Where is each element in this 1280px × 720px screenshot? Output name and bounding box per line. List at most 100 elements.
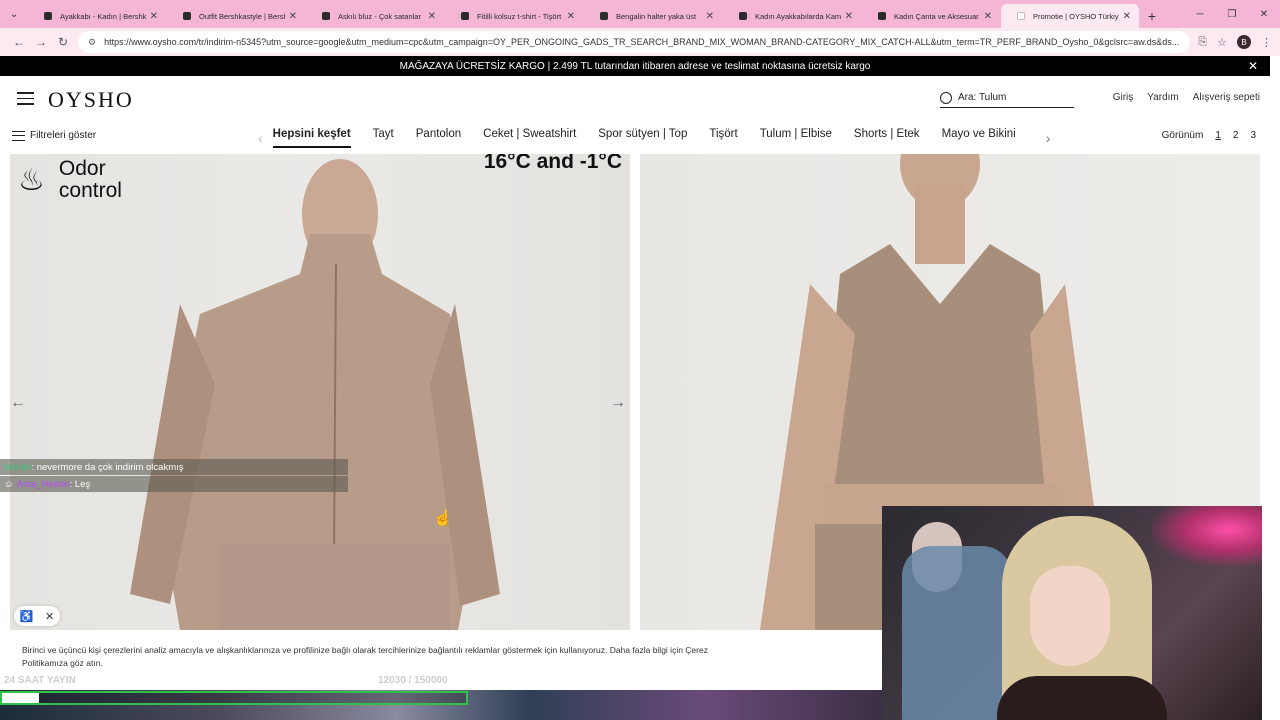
browser-tab[interactable]: Kadın Çanta ve Aksesuar ✕ xyxy=(862,4,1000,28)
browser-menu-icon[interactable]: ⋮ xyxy=(1261,36,1272,49)
chevron-left-icon[interactable]: ‹ xyxy=(258,130,263,146)
help-link[interactable]: Yardım xyxy=(1147,92,1179,103)
stream-goal-bar: 24 SAAT YAYIN 12030 / 150000 xyxy=(0,674,470,692)
browser-tab[interactable]: Fitilli kolsuz t-shirt - Tişört ✕ xyxy=(445,4,583,28)
streamer-webcam xyxy=(882,506,1262,720)
tab-search-chevron-icon[interactable]: ⌄ xyxy=(0,0,28,28)
category-tab[interactable]: Tulum | Elbise xyxy=(760,128,832,148)
chat-username: ilomita xyxy=(4,461,32,473)
bookmark-star-icon[interactable]: ☆ xyxy=(1217,36,1227,49)
tab-favicon-icon xyxy=(878,12,886,20)
tab-label: Bengalin halter yaka üst xyxy=(616,11,697,21)
tab-favicon-icon xyxy=(183,12,191,20)
forward-icon[interactable]: → xyxy=(30,35,52,49)
install-app-icon[interactable]: ⎘ xyxy=(1198,36,1207,49)
site-logo[interactable]: OYSHO xyxy=(48,87,134,113)
category-list: Hepsini keşfet Tayt Pantolon Ceket | Sweats… xyxy=(272,128,1038,148)
accessibility-widget[interactable]: ♿ ✕ xyxy=(14,606,60,626)
search-placeholder: Ara: Tulum xyxy=(958,92,1007,103)
tab-favicon-icon xyxy=(739,12,747,20)
stream-goal-progress-fill xyxy=(2,693,40,703)
browser-tab[interactable]: Promotie | OYSHO Türkiye ✕ xyxy=(1001,4,1139,28)
category-tab[interactable]: Hepsini keşfet xyxy=(272,128,351,148)
tab-close-icon[interactable]: ✕ xyxy=(845,11,853,22)
browser-tab[interactable]: Ayakkabı - Kadın | Bershka ✕ xyxy=(28,4,166,28)
search-input[interactable]: Ara: Tulum xyxy=(940,88,1074,108)
category-tab[interactable]: Mayo ve Bikini xyxy=(942,128,1016,148)
close-promo-icon[interactable]: ✕ xyxy=(1248,59,1258,73)
tab-favicon-icon xyxy=(600,12,608,20)
category-tab[interactable]: Shorts | Etek xyxy=(854,128,920,148)
webcam-neon-light xyxy=(1152,506,1262,566)
window-controls: ─ ❐ ✕ xyxy=(1184,0,1280,28)
browser-tab[interactable]: Kadın Ayakkabılarda Kam ✕ xyxy=(723,4,861,28)
reload-icon[interactable]: ↻ xyxy=(52,35,74,49)
chat-message: ☺ Ama_Hedon : Leş xyxy=(0,476,348,492)
profile-avatar[interactable]: B xyxy=(1237,35,1251,49)
gallery-prev-icon[interactable]: ← xyxy=(10,394,26,412)
restore-icon[interactable]: ❐ xyxy=(1216,9,1248,20)
category-tab[interactable]: Ceket | Sweatshirt xyxy=(483,128,576,148)
site-info-icon[interactable]: ⚙ xyxy=(88,37,96,48)
search-icon xyxy=(940,91,952,104)
category-tab[interactable]: Spor sütyen | Top xyxy=(598,128,687,148)
odor-control-badge: ♨ Odor control xyxy=(18,158,122,202)
stream-chat-overlay: ilomita : nevermore da çok indirim olcak… xyxy=(0,459,348,493)
webcam-streamer-body xyxy=(997,676,1167,720)
category-tab[interactable]: Tayt xyxy=(373,128,394,148)
tab-close-icon[interactable]: ✕ xyxy=(428,11,436,22)
header-links: Giriş Yardım Alışveriş sepeti xyxy=(1113,92,1260,103)
view-option-2[interactable]: 2 xyxy=(1233,130,1239,141)
category-tab[interactable]: Pantolon xyxy=(416,128,461,148)
url-field[interactable]: ⚙ https://www.oysho.com/tr/indirim-n5345… xyxy=(78,31,1191,53)
product-image-jacket xyxy=(130,159,500,630)
login-link[interactable]: Giriş xyxy=(1113,92,1134,103)
product-card-jacket[interactable]: ♨ Odor control 16°C and -1°C ← → xyxy=(10,154,630,630)
browser-tab[interactable]: Askılı bluz - Çok satanlar ✕ xyxy=(306,4,444,28)
browser-tabbar: ⌄ Ayakkabı - Kadın | Bershka ✕ Outfit Bers… xyxy=(0,0,1280,28)
close-accessibility-icon[interactable]: ✕ xyxy=(45,610,54,623)
tab-favicon-icon xyxy=(1017,12,1025,20)
odor-icon: ♨ xyxy=(18,163,45,197)
cart-link[interactable]: Alışveriş sepeti xyxy=(1193,92,1260,103)
hand-cursor-icon: ☝ xyxy=(433,510,453,527)
crop-top-shape xyxy=(820,244,1060,484)
category-tab[interactable]: Tişört xyxy=(709,128,737,148)
tab-close-icon[interactable]: ✕ xyxy=(1123,11,1131,22)
chat-username: Ama_Hedon xyxy=(16,478,70,490)
show-filters-button[interactable]: Filtreleri göster xyxy=(12,130,96,141)
accessibility-icon[interactable]: ♿ xyxy=(20,610,34,623)
tab-close-icon[interactable]: ✕ xyxy=(706,11,714,22)
view-option-3[interactable]: 3 xyxy=(1250,130,1256,141)
odor-line2: control xyxy=(58,179,122,202)
model-leggings-shape xyxy=(220,544,450,630)
browser-tab[interactable]: Outfit Bershkastyle | Bershka ✕ xyxy=(167,4,305,28)
grid-view-selector: Görünüm 1 2 3 xyxy=(1162,130,1256,141)
tab-close-icon[interactable]: ✕ xyxy=(567,11,575,22)
browser-tab[interactable]: Bengalin halter yaka üst ✕ xyxy=(584,4,722,28)
address-actions: ⎘ ☆ B ⋮ xyxy=(1198,35,1272,49)
close-window-icon[interactable]: ✕ xyxy=(1248,9,1280,20)
back-icon[interactable]: ← xyxy=(8,35,30,49)
tab-close-icon[interactable]: ✕ xyxy=(150,11,158,22)
category-tabs: ‹ Hepsini keşfet Tayt Pantolon Ceket | Swea… xyxy=(258,128,1050,148)
webcam-streamer-face xyxy=(1030,566,1110,666)
temperature-badge: 16°C and -1°C xyxy=(483,154,622,173)
gallery-next-icon[interactable]: → xyxy=(610,394,626,412)
chat-text: : Leş xyxy=(69,478,91,490)
tab-close-icon[interactable]: ✕ xyxy=(984,11,992,22)
tab-label: Outfit Bershkastyle | Bershka xyxy=(199,11,285,21)
view-option-1[interactable]: 1 xyxy=(1215,130,1221,141)
new-tab-button[interactable]: + xyxy=(1140,4,1164,28)
filter-sliders-icon xyxy=(12,130,25,141)
webcam-blanket xyxy=(902,546,1012,720)
odor-line1: Odor xyxy=(58,157,106,180)
tab-close-icon[interactable]: ✕ xyxy=(289,11,297,22)
tab-label: Ayakkabı - Kadın | Bershka xyxy=(60,11,146,21)
tab-label: Promotie | OYSHO Türkiye xyxy=(1033,11,1119,21)
tab-label: Fitilli kolsuz t-shirt - Tişört xyxy=(477,11,562,21)
stream-goal-count: 12030 / 150000 xyxy=(378,675,448,686)
chevron-right-icon[interactable]: › xyxy=(1046,130,1051,146)
minimize-icon[interactable]: ─ xyxy=(1184,9,1216,20)
menu-icon[interactable] xyxy=(17,92,34,109)
